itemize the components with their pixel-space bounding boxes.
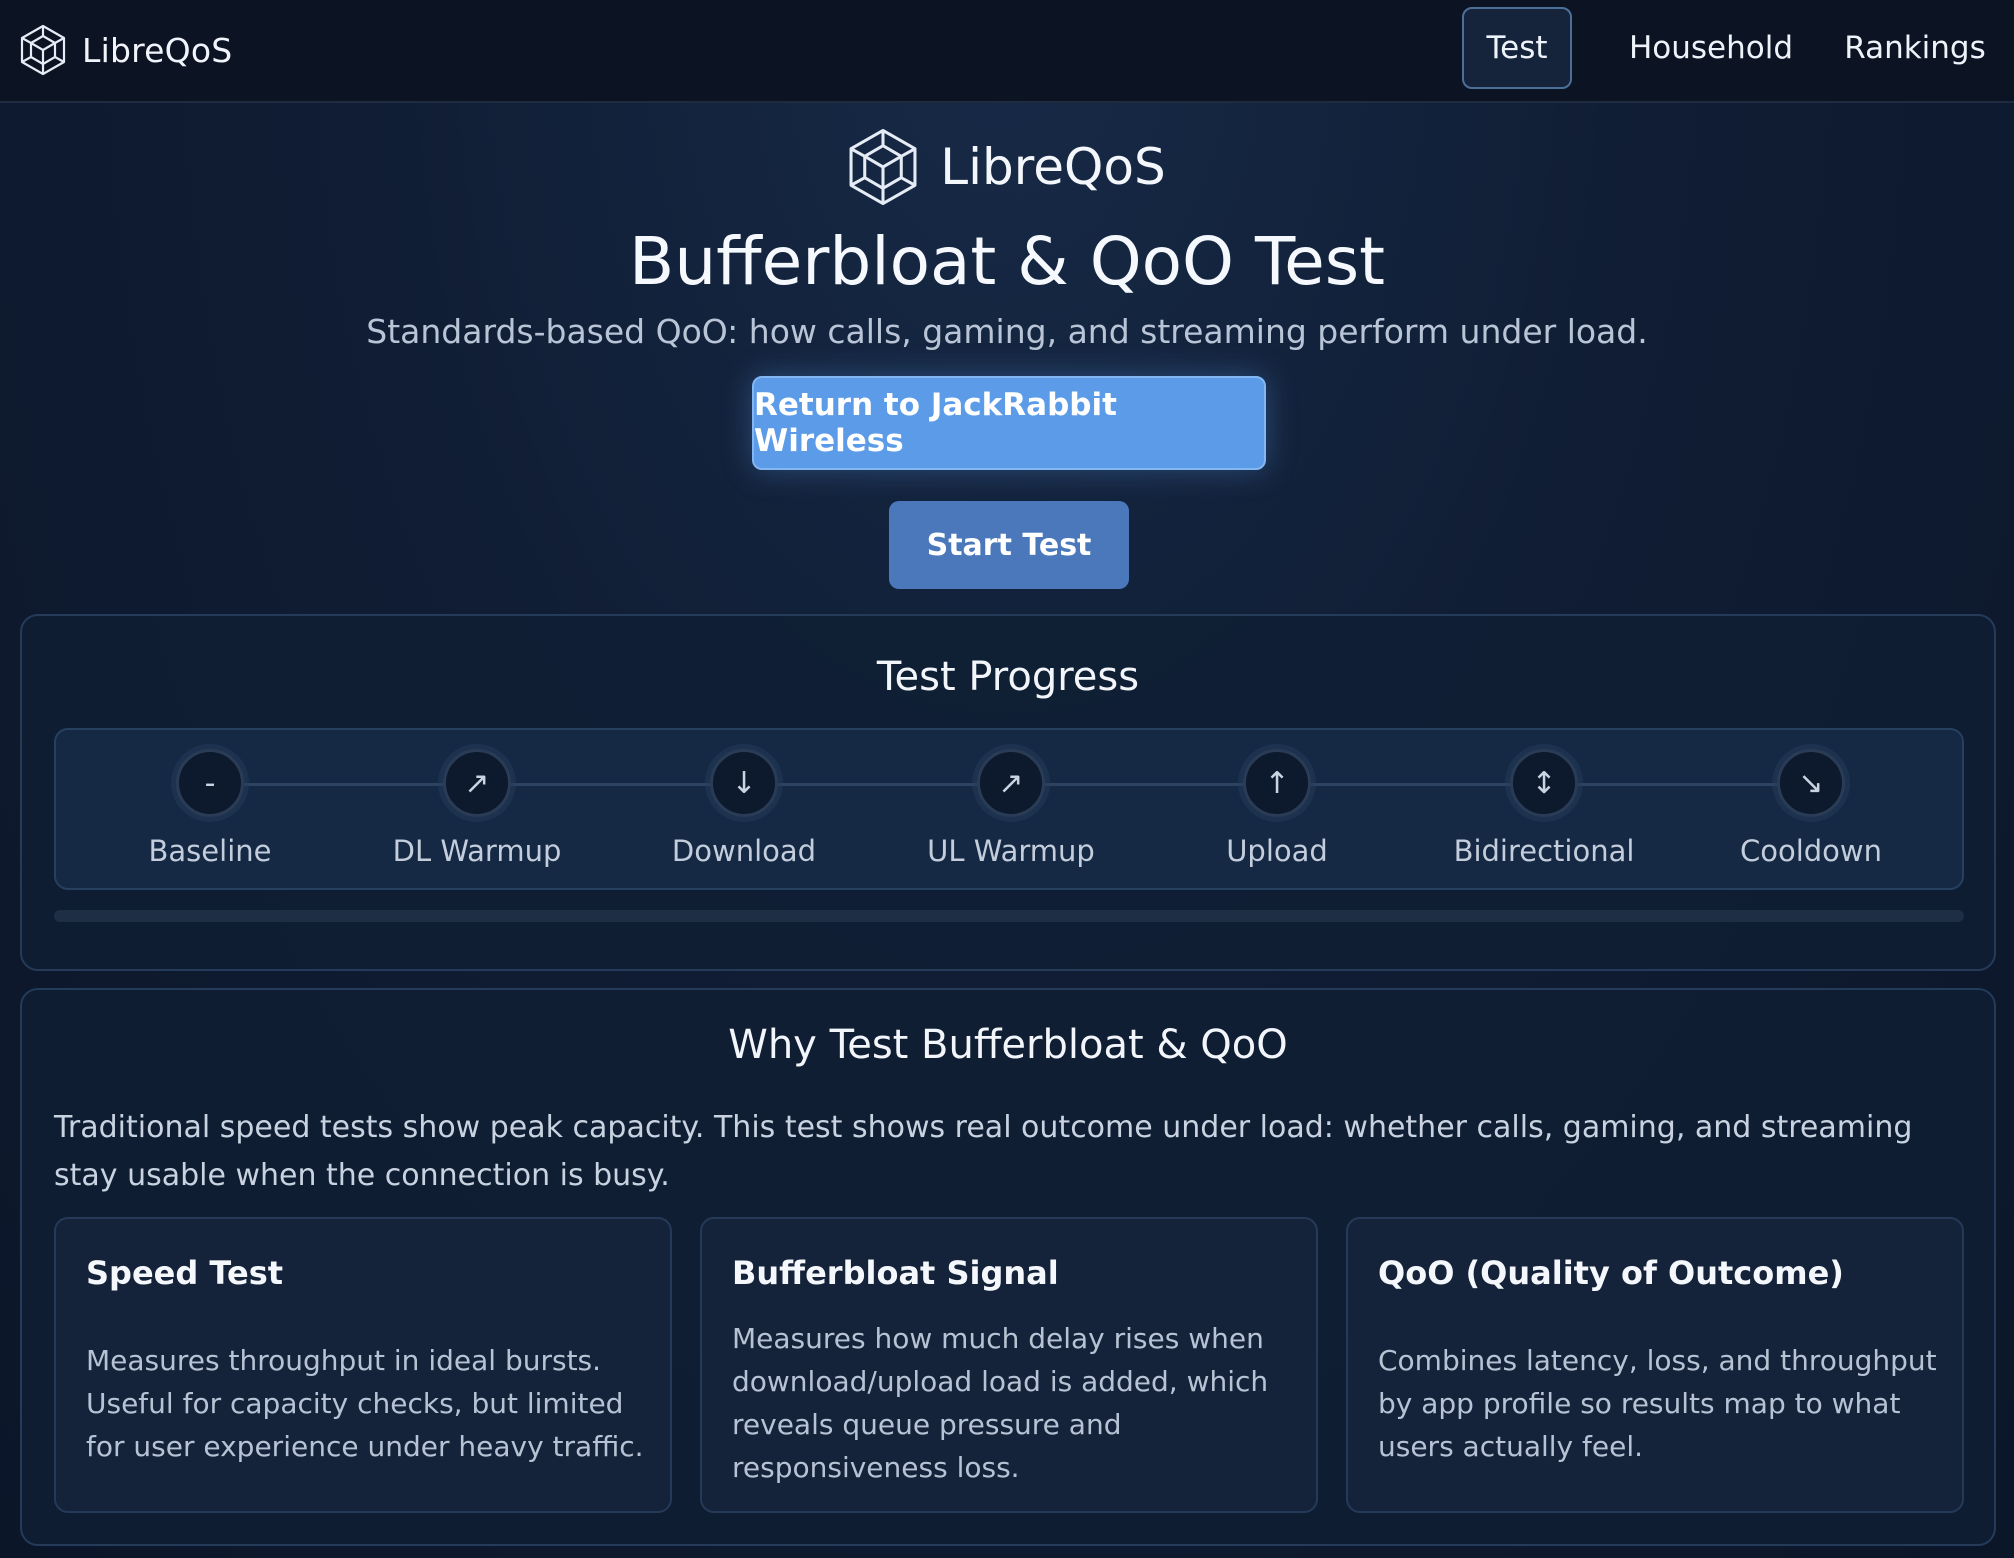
card-title: Bufferbloat Signal — [732, 1254, 1059, 1292]
arrow-up-right-icon: ↗ — [443, 749, 511, 817]
stage-download: ↓ Download — [624, 730, 864, 892]
return-to-isp-button[interactable]: Return to JackRabbit Wireless — [752, 376, 1266, 470]
page-subtitle: Standards-based QoO: how calls, gaming, … — [366, 312, 1648, 351]
card-qoo: QoO (Quality of Outcome) Combines latenc… — [1346, 1217, 1964, 1513]
card-speed-test: Speed Test Measures throughput in ideal … — [54, 1217, 672, 1513]
stage-upload: ↑ Upload — [1157, 730, 1397, 892]
why-title: Why Test Bufferbloat & QoO — [728, 1022, 1288, 1068]
card-body: Combines latency, loss, and throughput b… — [1378, 1344, 1937, 1463]
hero-brand: LibreQoS — [0, 126, 2014, 208]
stage-ul-warmup: ↗ UL Warmup — [891, 730, 1131, 892]
card-title: Speed Test — [86, 1254, 284, 1292]
dash-icon: - — [176, 749, 244, 817]
card-bufferbloat-signal: Bufferbloat Signal Measures how much del… — [700, 1217, 1318, 1513]
stage-dl-warmup: ↗ DL Warmup — [357, 730, 597, 892]
stage-label: Baseline — [148, 834, 272, 868]
arrow-up-right-icon: ↗ — [977, 749, 1045, 817]
stage-label: Cooldown — [1739, 834, 1883, 868]
card-title: QoO (Quality of Outcome) — [1378, 1254, 1844, 1292]
stage-label: Bidirectional — [1453, 834, 1635, 868]
stage-tracker: - Baseline ↗ DL Warmup ↓ Download ↗ UL W… — [54, 728, 1964, 890]
test-progress-panel: Test Progress - Baseline ↗ DL Warmup ↓ D… — [20, 614, 1996, 971]
arrow-down-right-icon: ↘ — [1777, 749, 1845, 817]
stage-cooldown: ↘ Cooldown — [1691, 730, 1931, 892]
stage-baseline: - Baseline — [90, 730, 330, 892]
page-title: Bufferbloat & QoO Test — [629, 223, 1385, 300]
progress-title: Test Progress — [876, 654, 1140, 700]
brand-link[interactable]: LibreQoS — [20, 22, 232, 78]
why-intro-text: Traditional speed tests show peak capaci… — [54, 1110, 1913, 1193]
cube-logo-icon — [849, 128, 917, 206]
stage-label: UL Warmup — [927, 834, 1095, 868]
stage-bidirectional: ↕ Bidirectional — [1424, 730, 1664, 892]
hero-brand-name: LibreQoS — [940, 138, 1166, 196]
cube-logo-icon — [20, 24, 66, 76]
stage-label: Upload — [1226, 834, 1328, 868]
stage-label: DL Warmup — [392, 834, 562, 868]
tab-household[interactable]: Household — [1616, 7, 1806, 89]
start-test-button[interactable]: Start Test — [889, 501, 1129, 589]
card-body: Measures how much delay rises when downl… — [732, 1322, 1269, 1484]
progress-bar — [54, 910, 1964, 922]
card-body: Measures throughput in ideal bursts. Use… — [86, 1344, 644, 1463]
arrow-up-icon: ↑ — [1243, 749, 1311, 817]
arrow-down-icon: ↓ — [710, 749, 778, 817]
tab-test[interactable]: Test — [1462, 7, 1572, 89]
brand-name: LibreQoS — [82, 30, 233, 70]
arrow-up-down-icon: ↕ — [1510, 749, 1578, 817]
top-navbar: LibreQoS Test Household Rankings — [0, 0, 2014, 103]
tab-rankings[interactable]: Rankings — [1836, 7, 1994, 89]
why-test-panel: Why Test Bufferbloat & QoO Traditional s… — [20, 988, 1996, 1546]
stage-label: Download — [671, 834, 817, 868]
